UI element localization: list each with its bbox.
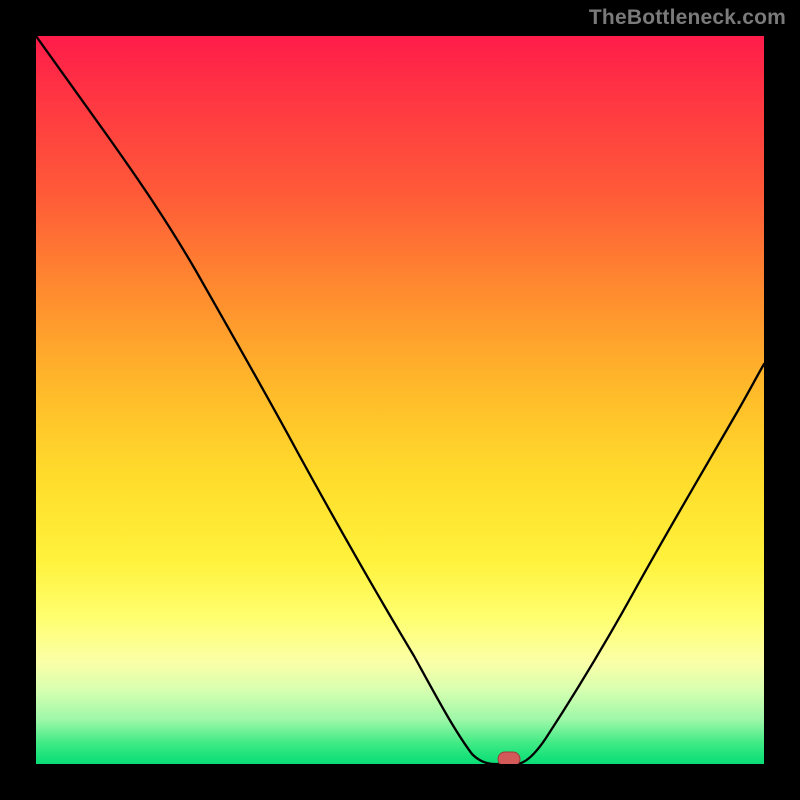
chart-frame: TheBottleneck.com	[0, 0, 800, 800]
watermark-text: TheBottleneck.com	[589, 6, 786, 30]
plot-area	[36, 36, 764, 764]
min-marker	[498, 752, 520, 764]
curve-svg	[36, 36, 764, 764]
bottleneck-curve	[36, 36, 764, 764]
